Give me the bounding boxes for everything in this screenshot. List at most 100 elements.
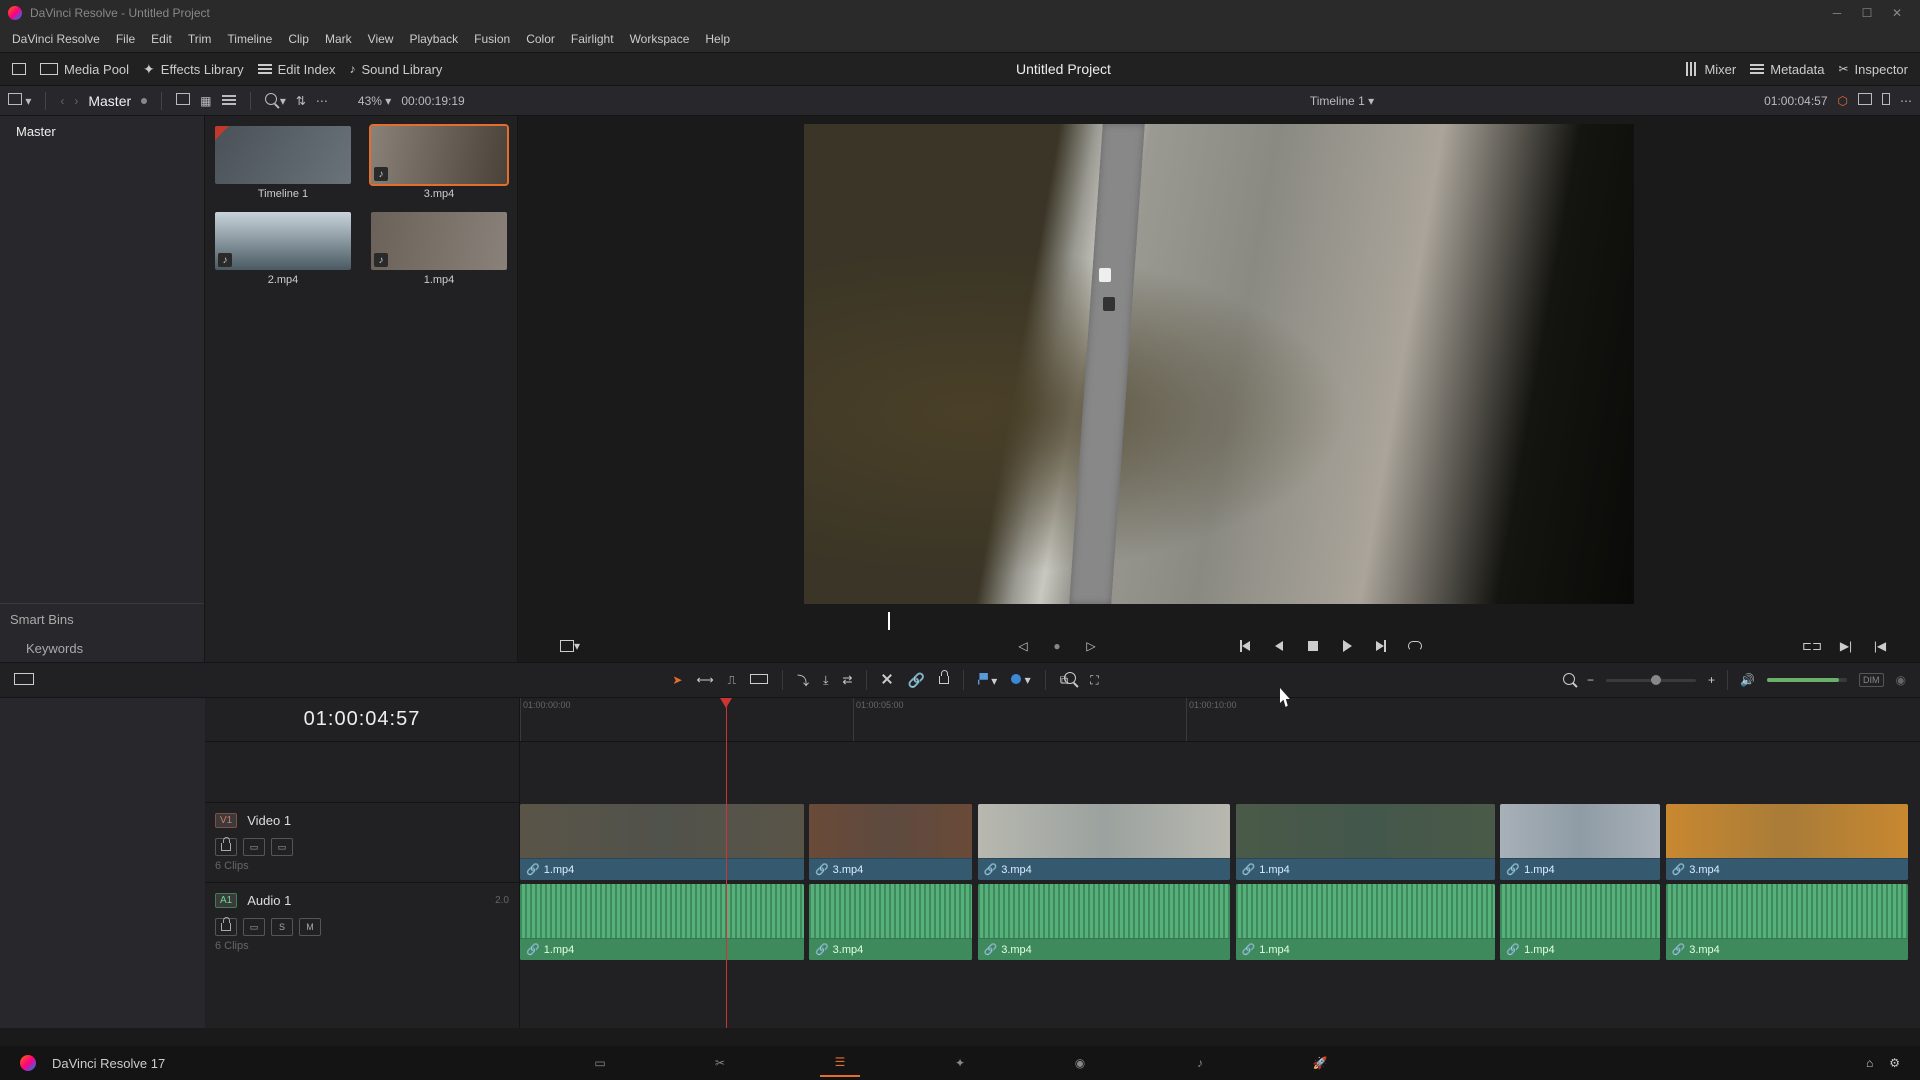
menu-file[interactable]: File bbox=[108, 29, 143, 49]
window-minimize-button[interactable]: ─ bbox=[1822, 6, 1852, 20]
page-tab-deliver[interactable]: 🚀 bbox=[1300, 1049, 1340, 1077]
timeline-playhead[interactable] bbox=[726, 698, 727, 1028]
play-button[interactable] bbox=[1337, 636, 1357, 656]
timeline-zoom-minus[interactable]: − bbox=[1587, 673, 1594, 687]
menu-timeline[interactable]: Timeline bbox=[219, 29, 280, 49]
timeline-ruler[interactable]: 01:00:00:00 01:00:05:00 01:00:10:00 bbox=[520, 698, 1920, 742]
linked-move-button[interactable]: ⛶ bbox=[1090, 673, 1098, 688]
track-name[interactable]: Audio 1 bbox=[247, 893, 291, 908]
in-out-range-button[interactable]: ⊏⊐ bbox=[1802, 636, 1822, 656]
inspector-button[interactable]: ✂Inspector bbox=[1838, 62, 1908, 77]
viewer-playhead[interactable] bbox=[888, 612, 890, 630]
timeline-zoom-plus[interactable]: + bbox=[1708, 673, 1715, 687]
marker-button[interactable]: ▾ bbox=[1011, 673, 1030, 687]
loop-button[interactable] bbox=[1405, 636, 1425, 656]
link-button[interactable]: 🔗 bbox=[907, 672, 924, 689]
bin-gridview-button[interactable]: ▦ bbox=[200, 94, 211, 108]
selection-tool-button[interactable]: ➤ bbox=[672, 673, 682, 687]
track-badge[interactable]: V1 bbox=[215, 813, 237, 828]
page-tab-edit[interactable]: ☰ bbox=[820, 1049, 860, 1077]
replace-clip-button[interactable]: ⇄ bbox=[842, 673, 852, 687]
menu-help[interactable]: Help bbox=[697, 29, 738, 49]
dim-button[interactable]: DIM bbox=[1859, 673, 1884, 687]
bin-listview-button[interactable] bbox=[222, 94, 236, 108]
snapping-button[interactable]: ⧉ bbox=[1060, 672, 1077, 688]
audio-clip[interactable]: 🔗3.mp4 bbox=[1666, 884, 1908, 960]
video-clip[interactable]: 🔗1.mp4 bbox=[1236, 804, 1495, 880]
video-clip[interactable]: 🔗3.mp4 bbox=[1666, 804, 1908, 880]
dynamic-trim-button[interactable]: ⎍ bbox=[728, 673, 736, 688]
audio-clip[interactable]: 🔗1.mp4 bbox=[1500, 884, 1660, 960]
video-clip[interactable]: 🔗3.mp4 bbox=[809, 804, 972, 880]
timeline-body[interactable]: 01:00:00:00 01:00:05:00 01:00:10:00 🔗1.m… bbox=[520, 698, 1920, 1028]
bin-search-button[interactable]: ▾ bbox=[265, 93, 286, 108]
timeline-view-options-button[interactable] bbox=[14, 673, 34, 688]
track-lock-button[interactable] bbox=[215, 838, 237, 856]
track-solo-button[interactable]: S bbox=[271, 918, 293, 936]
menu-fusion[interactable]: Fusion bbox=[466, 29, 518, 49]
lock-button[interactable] bbox=[939, 673, 949, 687]
track-badge[interactable]: A1 bbox=[215, 893, 237, 908]
video-track-lane[interactable]: 🔗1.mp4🔗3.mp4🔗3.mp4🔗1.mp4🔗1.mp4🔗3.mp4 bbox=[520, 802, 1920, 882]
menu-fairlight[interactable]: Fairlight bbox=[563, 29, 622, 49]
fullscreen-toggle-button[interactable] bbox=[12, 63, 26, 75]
video-clip[interactable]: 🔗3.mp4 bbox=[978, 804, 1231, 880]
match-frame-prev-button[interactable]: ◁ bbox=[1013, 636, 1033, 656]
page-tab-fusion[interactable]: ✦ bbox=[940, 1049, 980, 1077]
page-tab-fairlight[interactable]: ♪ bbox=[1180, 1049, 1220, 1077]
insert-clip-button[interactable]: ⤵ bbox=[797, 672, 809, 689]
bin-thumbview-button[interactable] bbox=[176, 93, 190, 108]
flag-button[interactable]: ▾ bbox=[978, 673, 997, 688]
bin-sort-button[interactable]: ⇅ bbox=[296, 94, 306, 108]
track-name[interactable]: Video 1 bbox=[247, 813, 291, 828]
video-clip[interactable]: 🔗1.mp4 bbox=[520, 804, 804, 880]
menu-playback[interactable]: Playback bbox=[401, 29, 466, 49]
menu-davinci[interactable]: DaVinci Resolve bbox=[4, 29, 108, 49]
history-forward-button[interactable]: › bbox=[74, 94, 78, 108]
go-in-button[interactable]: ▶| bbox=[1836, 636, 1856, 656]
menu-color[interactable]: Color bbox=[518, 29, 563, 49]
track-mute-button[interactable]: M bbox=[299, 918, 321, 936]
menu-edit[interactable]: Edit bbox=[143, 29, 180, 49]
source-timecode[interactable]: 00:00:19:19 bbox=[401, 94, 464, 108]
bypass-fx-button[interactable]: ⬡ bbox=[1838, 94, 1848, 108]
sound-library-button[interactable]: ♪Sound Library bbox=[349, 62, 442, 77]
media-clip[interactable]: ♪ 1.mp4 bbox=[371, 212, 507, 286]
smart-bin-keywords[interactable]: Keywords bbox=[0, 635, 204, 662]
track-auto-select-button[interactable]: ▭ bbox=[243, 838, 265, 856]
match-frame-next-button[interactable]: ▷ bbox=[1081, 636, 1101, 656]
viewer-scrubber[interactable] bbox=[530, 612, 1908, 630]
timeline-zoom-slider[interactable] bbox=[1606, 679, 1696, 682]
bin-options-button[interactable]: ⋯ bbox=[316, 94, 328, 108]
audio-clip[interactable]: 🔗3.mp4 bbox=[978, 884, 1231, 960]
audio-clip[interactable]: 🔗1.mp4 bbox=[1236, 884, 1495, 960]
audio-clip[interactable]: 🔗1.mp4 bbox=[520, 884, 804, 960]
go-out-button[interactable]: |◀ bbox=[1870, 636, 1890, 656]
record-timecode[interactable]: 01:00:04:57 bbox=[1764, 94, 1827, 108]
page-tab-cut[interactable]: ✂ bbox=[700, 1049, 740, 1077]
monitor-volume-slider[interactable] bbox=[1767, 678, 1847, 682]
single-viewer-button[interactable] bbox=[1882, 93, 1890, 108]
track-lock-button[interactable] bbox=[215, 918, 237, 936]
audio-track-lane[interactable]: 🔗1.mp4🔗3.mp4🔗3.mp4🔗1.mp4🔗1.mp4🔗3.mp4 bbox=[520, 882, 1920, 962]
track-enable-button[interactable]: ▭ bbox=[271, 838, 293, 856]
mute-button[interactable]: ◉ bbox=[1896, 673, 1906, 687]
go-first-button[interactable] bbox=[1235, 636, 1255, 656]
timeline-timecode[interactable]: 01:00:04:57 bbox=[205, 698, 519, 742]
home-button[interactable]: ⌂ bbox=[1866, 1056, 1873, 1070]
menu-workspace[interactable]: Workspace bbox=[622, 29, 698, 49]
smart-bins-header[interactable]: Smart Bins bbox=[0, 603, 204, 635]
go-last-button[interactable] bbox=[1371, 636, 1391, 656]
menu-mark[interactable]: Mark bbox=[317, 29, 360, 49]
blade-tool-button[interactable] bbox=[750, 673, 768, 687]
menu-trim[interactable]: Trim bbox=[180, 29, 220, 49]
window-close-button[interactable]: ✕ bbox=[1882, 6, 1912, 20]
viewer-canvas[interactable] bbox=[804, 124, 1634, 604]
timeline-selector[interactable]: Timeline 1 ▾ bbox=[1310, 94, 1374, 108]
menu-view[interactable]: View bbox=[360, 29, 402, 49]
edit-index-button[interactable]: Edit Index bbox=[258, 62, 336, 77]
menu-clip[interactable]: Clip bbox=[280, 29, 317, 49]
media-clip[interactable]: Timeline 1 bbox=[215, 126, 351, 200]
bin-path[interactable]: Master bbox=[88, 93, 131, 109]
history-back-button[interactable]: ‹ bbox=[60, 94, 64, 108]
